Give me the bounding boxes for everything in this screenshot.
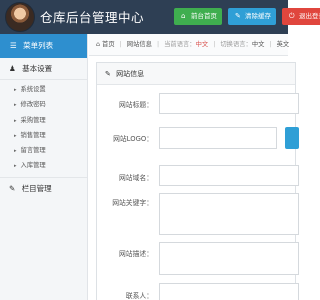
caret-right-icon: ▸ (14, 163, 17, 170)
frontend-home-button[interactable]: ⌂ 前台首页 (174, 8, 222, 25)
home-icon: ⌂ (181, 12, 186, 20)
sidebar: ☰ 菜单列表 ♟ 基本设置 ▸ 系统设置 ▸ 修改密码 ▸ 采购管理 ▸ 销售管理 ▸ 留… (0, 34, 88, 300)
sidebar-item-change-password[interactable]: ▸ 修改密码 (0, 97, 87, 112)
sidebar-item-label: 修改密码 (20, 101, 46, 109)
frontend-home-label: 前台首页 (191, 12, 217, 20)
menu-list-title: ☰ 菜单列表 (0, 34, 87, 58)
breadcrumb-separator: | (119, 41, 122, 48)
sidebar-group-column-label: 栏目管理 (21, 183, 52, 193)
breadcrumb-separator: | (213, 41, 216, 48)
user-icon: ♟ (9, 64, 16, 73)
site-logo-input[interactable] (159, 127, 277, 149)
current-language-label: 当前语言： (164, 41, 196, 48)
site-keywords-label: 网站关键字： (112, 199, 153, 207)
breadcrumb-separator: | (156, 41, 160, 48)
breadcrumb-site-info[interactable]: 网站信息 (127, 41, 152, 48)
list-icon: ☰ (10, 41, 17, 50)
site-description-textarea[interactable] (159, 242, 299, 275)
power-icon: ⏻ (289, 12, 295, 20)
switch-language-english[interactable]: 英文 (277, 41, 290, 48)
sidebar-item-sales[interactable]: ▸ 销售管理 (0, 128, 87, 143)
switch-language-label: 切换语言： (220, 41, 252, 48)
site-domain-label: 网站域名： (119, 174, 153, 182)
sidebar-item-label: 系统设置 (20, 86, 46, 93)
breadcrumb: ⌂ 首页 | 网站信息 | 当前语言：中文 | 切换语言：中文 | 英文 (89, 34, 290, 56)
sidebar-group-column[interactable]: ✎ 栏目管理 (0, 178, 87, 200)
site-title-label: 网站标题： (119, 101, 153, 109)
sidebar-item-label: 采购管理 (20, 116, 46, 124)
site-info-panel: ✎ 网站信息 网站标题： 网站LOGO： 网站域名： 网站关键字： 网站描述： … (96, 62, 299, 300)
user-avatar (5, 2, 35, 32)
edit-icon: ✎ (105, 70, 111, 78)
site-domain-input[interactable] (159, 165, 299, 186)
sidebar-item-label: 销售管理 (20, 131, 46, 139)
current-language-value: 中文 (195, 41, 209, 48)
edit-icon: ✎ (9, 183, 16, 193)
switch-language-chinese[interactable]: 中文 (252, 41, 265, 48)
sidebar-item-stock-in[interactable]: ▸ 入库管理 (0, 158, 87, 173)
caret-right-icon: ▸ (14, 102, 17, 109)
sidebar-group-basic-label: 基本设置 (22, 64, 53, 73)
sidebar-group-basic[interactable]: ♟ 基本设置 (0, 58, 87, 80)
sidebar-sub-list: ▸ 系统设置 ▸ 修改密码 ▸ 采购管理 ▸ 销售管理 ▸ 留言管理 ▸ 入库管理 (0, 80, 87, 178)
sidebar-item-label: 入库管理 (20, 162, 46, 170)
contact-input[interactable] (159, 283, 299, 300)
site-title-input[interactable] (159, 93, 299, 114)
sidebar-item-purchase[interactable]: ▸ 采购管理 (0, 113, 87, 128)
clear-cache-label: 清除缓存 (245, 12, 271, 20)
caret-right-icon: ▸ (14, 132, 17, 139)
sidebar-item-label: 留言管理 (20, 147, 46, 155)
panel-header: ✎ 网站信息 (97, 63, 295, 85)
clear-cache-button[interactable]: ✎ 清除缓存 (228, 8, 276, 25)
breadcrumb-home[interactable]: 首页 (102, 41, 115, 48)
site-title: 仓库后台管理中心 (40, 10, 145, 25)
site-keywords-textarea[interactable] (159, 193, 299, 235)
top-header: 仓库后台管理中心 ⌂ 前台首页 ✎ 清除缓存 ⏻ 退出登录 (0, 0, 320, 34)
site-description-label: 网站描述： (119, 250, 153, 258)
caret-right-icon: ▸ (14, 87, 17, 93)
wrench-icon: ✎ (235, 12, 241, 20)
logout-label: 退出登录 (299, 12, 320, 20)
home-icon: ⌂ (96, 41, 100, 48)
panel-title: 网站信息 (116, 70, 145, 78)
menu-list-label: 菜单列表 (23, 41, 54, 50)
contact-label: 联系人： (125, 292, 153, 300)
caret-right-icon: ▸ (14, 117, 17, 124)
site-logo-label: 网站LOGO： (113, 135, 153, 143)
logout-button[interactable]: ⏻ 退出登录 (282, 8, 320, 25)
upload-logo-button[interactable] (285, 127, 299, 149)
sidebar-item-system-settings[interactable]: ▸ 系统设置 (0, 82, 87, 97)
breadcrumb-separator: | (269, 41, 272, 48)
sidebar-item-messages[interactable]: ▸ 留言管理 (0, 143, 87, 158)
caret-right-icon: ▸ (14, 148, 17, 155)
